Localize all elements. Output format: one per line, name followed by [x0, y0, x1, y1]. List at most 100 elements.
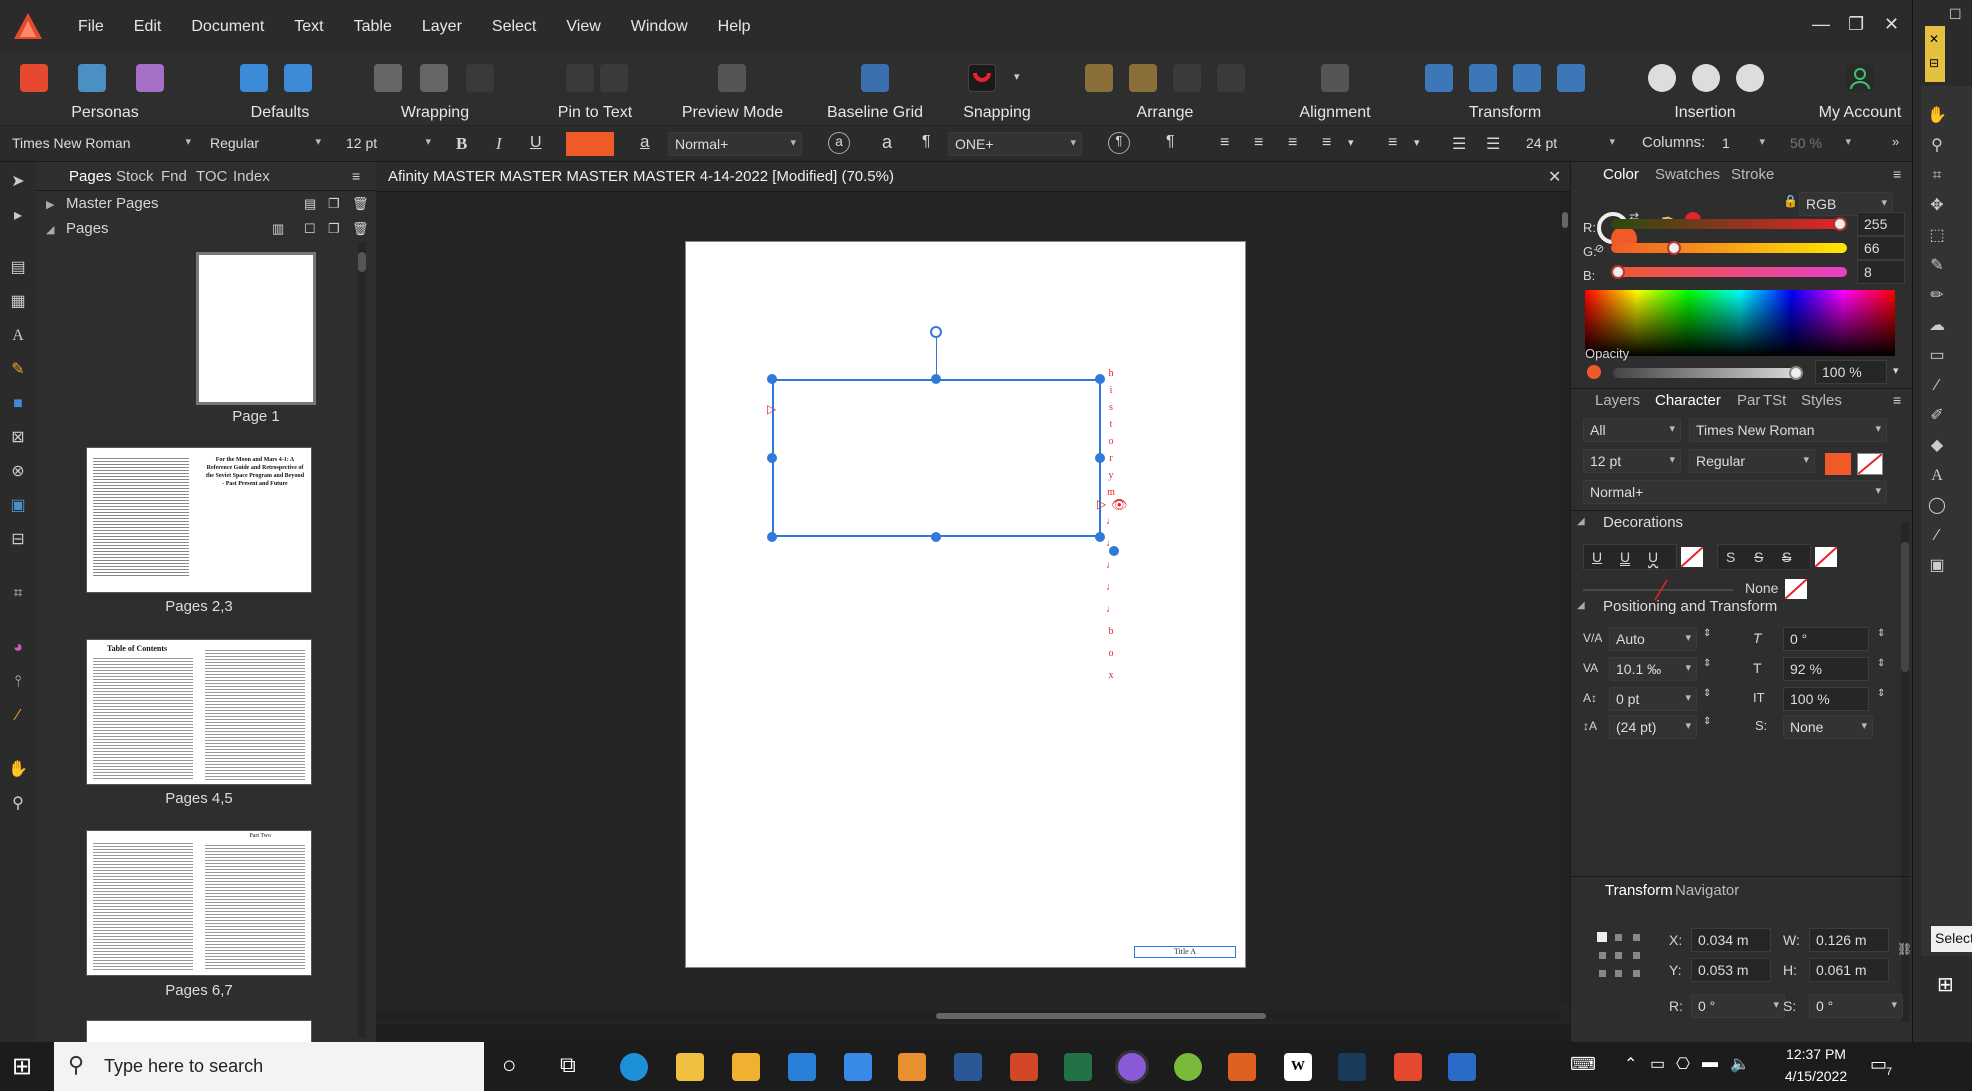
strike-s-button[interactable]: S	[1726, 549, 1735, 565]
vertical-scrollbar[interactable]	[1560, 192, 1570, 1004]
eyedropper-tool-icon[interactable]: ⁄	[8, 706, 28, 726]
pages-scrollbar[interactable]	[358, 242, 366, 1038]
strip-move-icon[interactable]: ✥	[1927, 196, 1947, 216]
underline-double-button[interactable]: U	[1620, 549, 1630, 565]
terminal-app-icon[interactable]	[1338, 1053, 1366, 1081]
strip-paint-icon[interactable]: ✐	[1927, 406, 1947, 426]
justify-dropdown-icon[interactable]: ▾	[1348, 136, 1354, 149]
opacity-field[interactable]: 100 %	[1815, 360, 1887, 384]
strip-pin-icon[interactable]: ⊟	[1929, 56, 1939, 70]
file-explorer-alt-icon[interactable]	[676, 1053, 704, 1081]
strip-crop-icon[interactable]: ⌗	[1927, 166, 1947, 186]
columns-stepper[interactable]: 1	[1716, 132, 1770, 156]
flip-horizontal-icon[interactable]	[1425, 64, 1453, 92]
tab-transform[interactable]: Transform	[1605, 882, 1673, 899]
character-background-swatch[interactable]	[1857, 453, 1883, 475]
battery-icon[interactable]: ▬	[1702, 1054, 1718, 1072]
strip-marquee-icon[interactable]: ⬚	[1927, 226, 1947, 246]
account-user-icon[interactable]	[1846, 64, 1874, 92]
underline-button[interactable]: U	[530, 134, 542, 152]
fill-tool-icon[interactable]: ⫯	[8, 672, 28, 692]
zoom-tool-icon[interactable]: ⚲	[8, 794, 28, 814]
panel-menu-icon[interactable]: ≡	[352, 168, 360, 184]
thumbnail-pages-8-9[interactable]	[86, 1020, 312, 1042]
align-left-icon[interactable]: ≡	[1220, 134, 1229, 152]
wikipedia-icon[interactable]: W	[1284, 1053, 1312, 1081]
baseline-stepper-icon[interactable]: ⇕	[1703, 688, 1711, 699]
b-channel-slider[interactable]	[1611, 265, 1847, 279]
delete-page-icon[interactable]: 🗑	[352, 221, 369, 237]
pages-collapse-icon[interactable]: ◢	[46, 223, 54, 236]
anchor-point-selector[interactable]	[1595, 930, 1645, 980]
pinning-tool-icon[interactable]: ⊟	[8, 530, 28, 550]
defaults-reset-icon[interactable]	[284, 64, 312, 92]
strip-frame-icon[interactable]: ▭	[1927, 346, 1947, 366]
add-master-icon[interactable]: ▤	[304, 196, 316, 212]
pages-scroll-thumb[interactable]	[358, 252, 366, 272]
pin-icon[interactable]	[566, 64, 594, 92]
calculator-icon[interactable]	[1228, 1053, 1256, 1081]
character-a-icon[interactable]: a	[882, 132, 892, 153]
strip-eyedropper-icon[interactable]: ⁄	[1927, 526, 1947, 546]
menu-document[interactable]: Document	[191, 18, 264, 36]
g-value-field[interactable]: 66	[1857, 236, 1905, 260]
flip-vertical-icon[interactable]	[1469, 64, 1497, 92]
shear-field[interactable]: 0 °	[1783, 627, 1869, 651]
rotation-handle[interactable]	[930, 326, 942, 338]
insert-behind-icon[interactable]	[1648, 64, 1676, 92]
thumbnail-pages-6-7[interactable]: Part Two	[86, 830, 312, 976]
leaf-app-icon[interactable]	[1174, 1053, 1202, 1081]
pen-tool-icon[interactable]: ✎	[8, 360, 28, 380]
send-to-back-icon[interactable]	[1217, 64, 1245, 92]
kerning-dropdown[interactable]: Auto	[1609, 627, 1697, 651]
duplicate-page-icon[interactable]: ❐	[328, 221, 340, 237]
windows-start-icon[interactable]: ⊞	[12, 1052, 32, 1081]
font-family-dropdown[interactable]: Times New Roman	[6, 132, 196, 156]
cortana-icon[interactable]: ○	[502, 1052, 517, 1080]
vertical-align-dropdown-icon[interactable]: ▾	[1414, 136, 1420, 149]
shear-stepper-icon[interactable]: ⇕	[1877, 628, 1885, 639]
underline-color-swatch[interactable]	[1680, 546, 1704, 568]
character-panel-menu-icon[interactable]: ≡	[1893, 392, 1901, 408]
italic-button[interactable]: I	[496, 134, 502, 154]
rectangle-tool-icon[interactable]: ■	[8, 394, 28, 414]
notifications-icon[interactable]: ▭	[1870, 1054, 1887, 1075]
snapping-dropdown-icon[interactable]: ▾	[1014, 70, 1020, 83]
thumbnail-pages-4-5[interactable]: Table of Contents	[86, 639, 312, 785]
g-slider-knob[interactable]	[1667, 241, 1681, 255]
vertical-scroll-thumb[interactable]	[1562, 212, 1568, 228]
bring-to-front-icon[interactable]	[1085, 64, 1113, 92]
x-position-field[interactable]: 0.034 m	[1691, 928, 1771, 952]
selection-label[interactable]: Selecti	[1931, 926, 1972, 952]
menu-layer[interactable]: Layer	[422, 18, 462, 36]
pages-header[interactable]: Pages	[66, 220, 109, 237]
lock-icon[interactable]: 🔒	[1783, 194, 1798, 208]
font-size-dropdown[interactable]: 12 pt	[340, 132, 436, 156]
menu-view[interactable]: View	[566, 18, 600, 36]
menu-file[interactable]: File	[78, 18, 104, 36]
title-box[interactable]: Title A	[1134, 946, 1236, 958]
network-icon[interactable]: ⎔	[1676, 1054, 1690, 1074]
wrap-tight-icon[interactable]	[420, 64, 448, 92]
bold-button[interactable]: B	[456, 134, 467, 154]
handle-middle-left[interactable]	[767, 453, 777, 463]
r-value-field[interactable]: 255	[1857, 212, 1905, 236]
artistic-text-tool-icon[interactable]: A	[8, 326, 28, 346]
clock-date[interactable]: 4/15/2022	[1774, 1068, 1858, 1084]
table-tool-icon[interactable]: ▦	[8, 292, 28, 312]
affinity-publisher-taskbar-icon[interactable]	[1394, 1053, 1422, 1081]
app-taskbar-icon[interactable]	[1448, 1053, 1476, 1081]
publisher-persona-icon[interactable]	[20, 64, 48, 92]
bring-forward-icon[interactable]	[1129, 64, 1157, 92]
tab-stroke[interactable]: Stroke	[1731, 166, 1774, 183]
character-style-preset-dropdown[interactable]: Normal+	[1583, 480, 1887, 504]
device-icon[interactable]: ▭	[1650, 1054, 1665, 1074]
crop-tool-icon[interactable]: ⌗	[8, 584, 28, 604]
menu-select[interactable]: Select	[492, 18, 536, 36]
character-style-icon[interactable]: a	[640, 132, 649, 152]
show-pilcrow-icon[interactable]: ¶	[1166, 133, 1175, 151]
character-font-dropdown[interactable]: Times New Roman	[1689, 418, 1887, 442]
color-spectrum[interactable]	[1585, 290, 1895, 356]
bullet-list-icon[interactable]: ☰	[1452, 134, 1466, 154]
width-field[interactable]: 0.126 m	[1809, 928, 1889, 952]
